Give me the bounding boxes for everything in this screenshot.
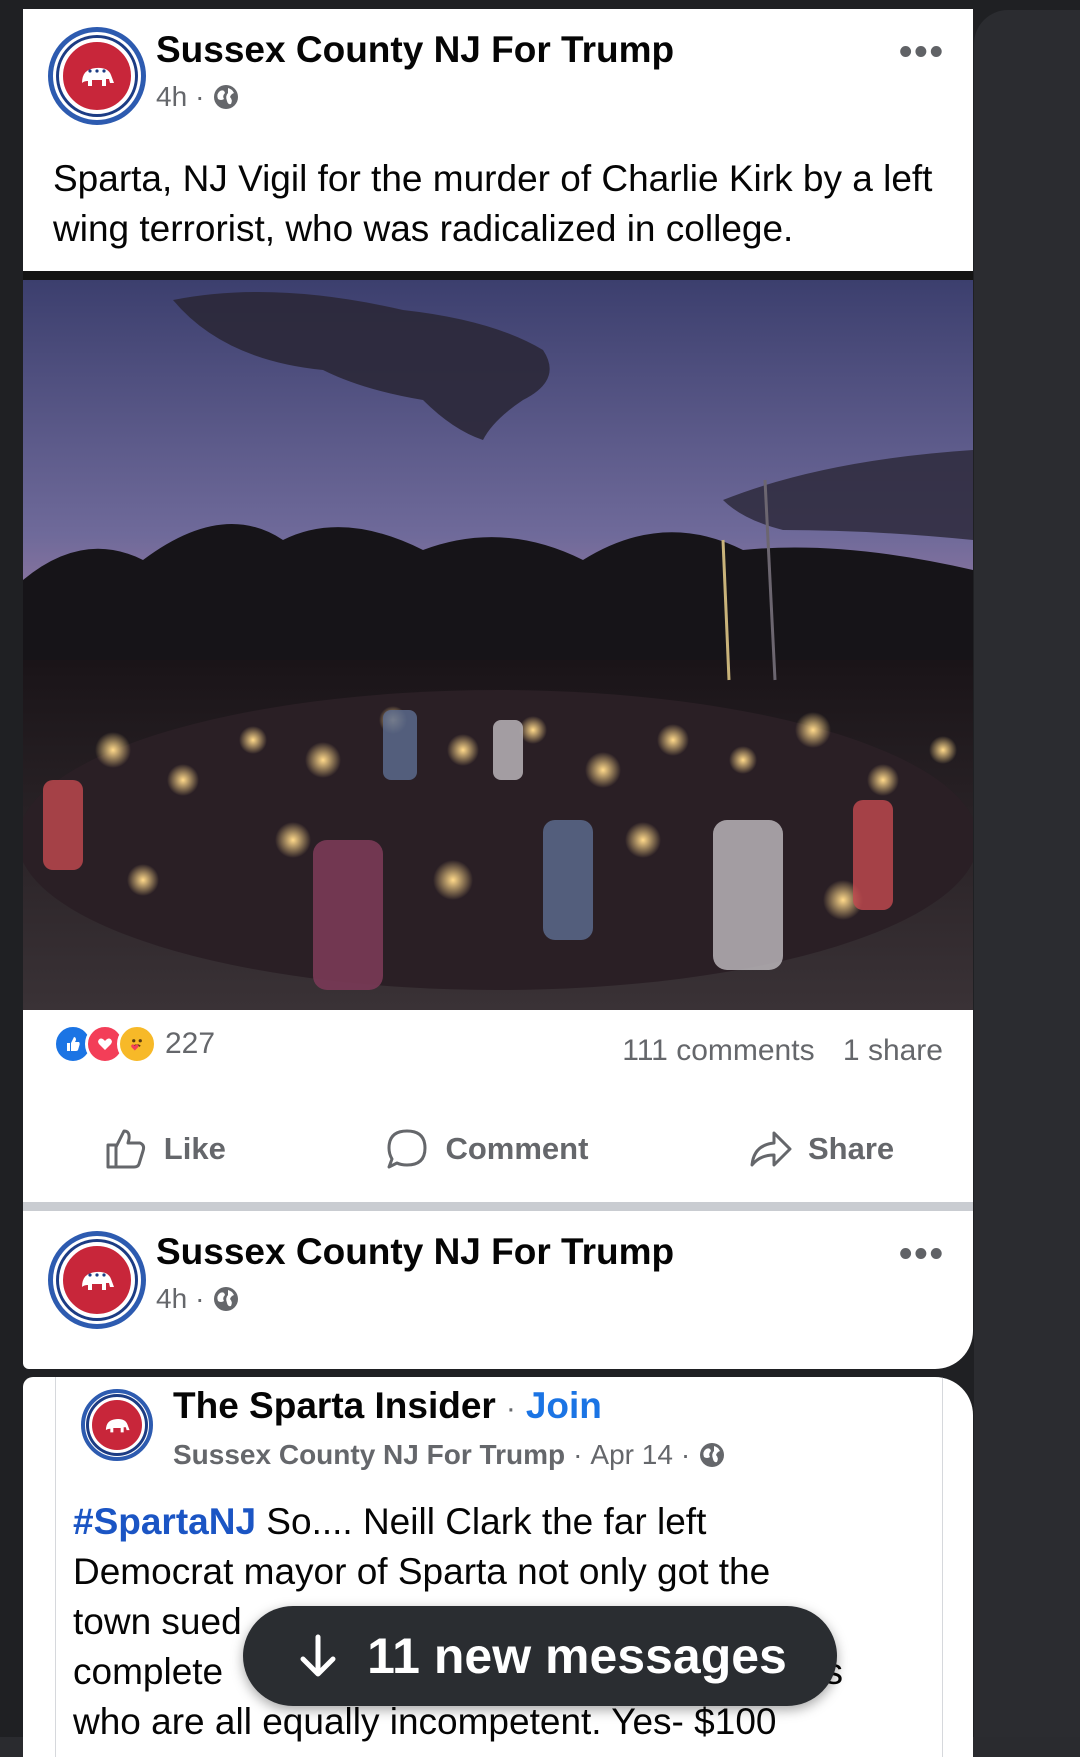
new-messages-button[interactable]: 11 new messages — [243, 1606, 837, 1706]
meta-separator: · — [680, 1439, 691, 1470]
post-author[interactable]: Sussex County NJ For Trump — [173, 1439, 565, 1471]
share-arrow-icon — [750, 1131, 792, 1167]
shared-post-card: Sussex County NJ For Trump 4h · ••• Spar… — [23, 9, 973, 1369]
photo-border — [23, 271, 973, 280]
text-line: Democrat mayor of Sparta not only got th… — [73, 1551, 771, 1592]
thumbs-up-icon — [106, 1129, 145, 1169]
elephant-icon — [105, 1419, 130, 1433]
elephant-icon — [82, 1271, 114, 1290]
hashtag-link[interactable]: #SpartaNJ — [73, 1501, 256, 1542]
group-name[interactable]: The Sparta Insider — [173, 1385, 496, 1427]
post-date[interactable]: Apr 14 — [590, 1439, 673, 1471]
reaction-summary[interactable]: 227 — [53, 1024, 215, 1064]
page-name[interactable]: Sussex County NJ For Trump — [156, 1231, 674, 1273]
group-header: The Sparta Insider · Join — [173, 1385, 602, 1427]
care-reaction-icon — [117, 1024, 157, 1064]
reaction-count: 227 — [165, 1027, 216, 1060]
more-options-icon[interactable]: ••• — [899, 1233, 945, 1276]
post-meta: 4h · — [156, 1283, 240, 1315]
page-avatar[interactable] — [48, 27, 146, 125]
post-time[interactable]: 4h — [156, 1283, 187, 1315]
text-line: complete — [73, 1651, 224, 1692]
shares-count[interactable]: 1 share — [843, 1034, 943, 1067]
like-button[interactable]: Like — [102, 1125, 226, 1173]
page-name[interactable]: Sussex County NJ For Trump — [156, 29, 674, 71]
chat-panel-edge — [974, 10, 1080, 1737]
post-time[interactable]: 4h — [156, 81, 187, 113]
globe-icon — [214, 85, 239, 109]
meta-separator: · — [505, 1392, 516, 1425]
post-divider — [23, 1202, 973, 1211]
comments-count[interactable]: 111 comments — [622, 1034, 814, 1067]
elephant-icon — [82, 67, 114, 86]
engagement-counts: 111 comments 1 share — [602, 1034, 943, 1068]
arrow-down-icon — [300, 1634, 336, 1677]
share-label: Share — [808, 1131, 895, 1166]
comment-button[interactable]: Comment — [383, 1125, 588, 1173]
more-options-icon[interactable]: ••• — [899, 31, 945, 74]
new-messages-label: 11 new messages — [367, 1628, 787, 1684]
join-group-button[interactable]: Join — [526, 1385, 602, 1427]
page-avatar[interactable] — [48, 1231, 146, 1329]
comment-label: Comment — [445, 1131, 589, 1166]
post-photo[interactable] — [23, 280, 973, 1010]
meta-separator: · — [195, 1283, 205, 1314]
globe-icon — [700, 1443, 725, 1467]
post-text: Sparta, NJ Vigil for the murder of Charl… — [53, 158, 933, 249]
group-avatar[interactable] — [81, 1389, 153, 1461]
meta-separator: · — [573, 1439, 583, 1470]
globe-icon — [214, 1287, 239, 1311]
text-line: So.... Neill Clark the far left — [256, 1501, 707, 1542]
post-actions: Like Comment Share — [23, 1099, 973, 1199]
vigil-photo-illustration — [23, 280, 973, 1010]
post-meta: 4h · — [156, 81, 240, 113]
comment-bubble-icon — [387, 1129, 427, 1169]
meta-separator: · — [195, 81, 205, 112]
like-label: Like — [163, 1131, 226, 1166]
share-button[interactable]: Share — [746, 1125, 894, 1173]
group-post-meta: Sussex County NJ For Trump · Apr 14 · — [173, 1439, 726, 1471]
